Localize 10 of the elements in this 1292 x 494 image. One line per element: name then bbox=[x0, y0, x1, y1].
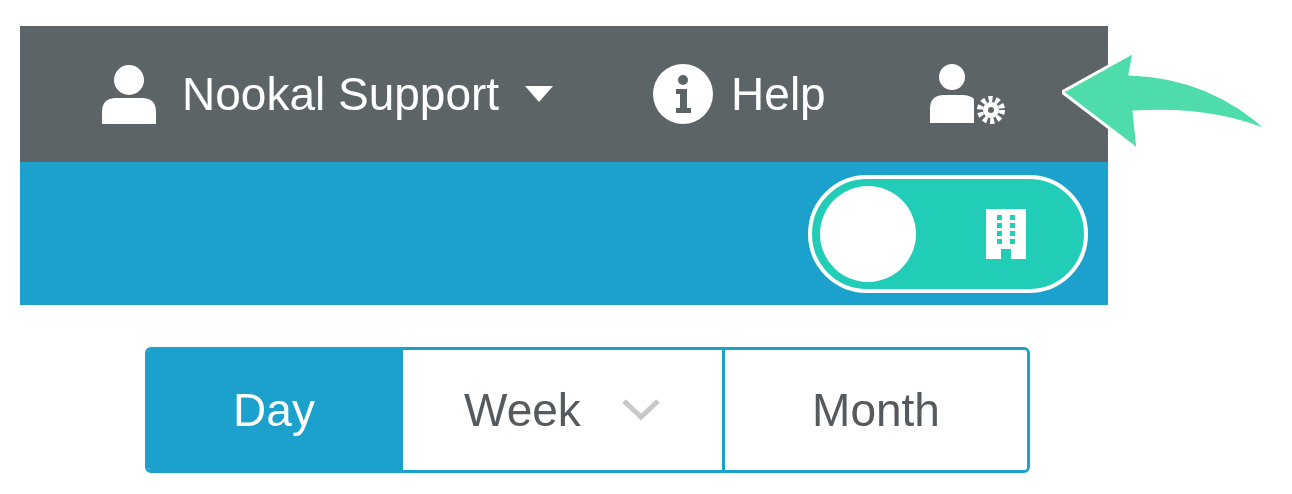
user-settings-button[interactable] bbox=[929, 63, 1006, 125]
user-icon bbox=[102, 64, 156, 124]
chevron-icon bbox=[620, 398, 661, 422]
building-icon bbox=[986, 208, 1026, 259]
view-tab[interactable]: Month bbox=[722, 350, 1027, 470]
help-link[interactable]: Help bbox=[653, 59, 826, 129]
user-gear-icon bbox=[929, 63, 1006, 125]
user-menu[interactable]: Nookal Support bbox=[102, 59, 554, 129]
info-icon bbox=[653, 64, 714, 124]
caret-icon bbox=[525, 86, 554, 102]
